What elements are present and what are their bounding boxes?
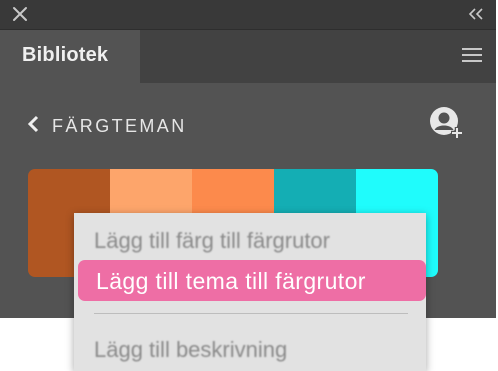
tab-label: Bibliotek — [22, 44, 109, 66]
menu-item-add-theme[interactable]: Lägg till tema till färgrutor — [78, 260, 426, 301]
chevron-left-icon[interactable] — [26, 114, 40, 134]
double-chevron-left-icon[interactable] — [468, 7, 484, 21]
tab-bibliotek[interactable]: Bibliotek — [0, 30, 140, 84]
add-user-icon[interactable] — [429, 106, 463, 140]
context-menu: Lägg till färg till färgrutor Lägg till … — [74, 213, 426, 371]
hamburger-menu-icon[interactable] — [462, 47, 482, 63]
panel-titlebar — [0, 0, 496, 29]
menu-item-label: Lägg till tema till färgrutor — [96, 268, 366, 294]
panel-tabbar: Bibliotek — [0, 29, 496, 84]
menu-item-add-description[interactable]: Lägg till beskrivning — [94, 337, 287, 363]
library-nav: FÄRGTEMAN — [0, 100, 496, 150]
section-title: FÄRGTEMAN — [52, 116, 187, 136]
close-icon[interactable] — [12, 6, 28, 22]
menu-item-add-color[interactable]: Lägg till färg till färgrutor — [94, 228, 330, 254]
menu-divider — [94, 313, 408, 314]
